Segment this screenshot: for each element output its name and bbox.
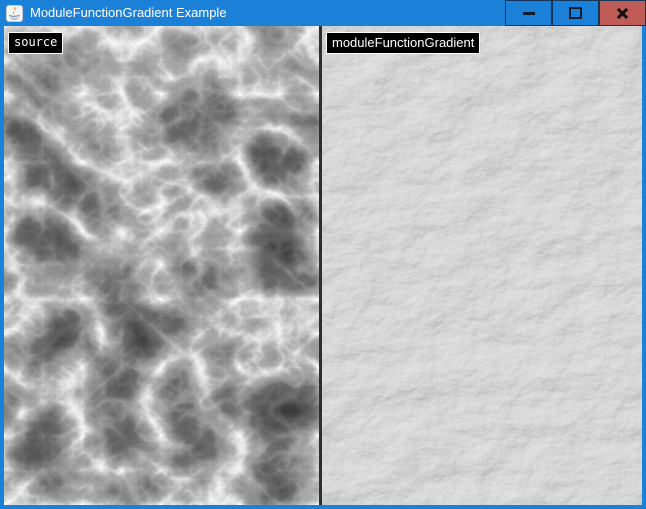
source-image [4, 26, 319, 505]
module-function-gradient-label: moduleFunctionGradient [326, 32, 480, 54]
close-icon [616, 7, 629, 20]
app-window: ModuleFunctionGradient Example [0, 0, 646, 509]
maximize-icon [569, 7, 582, 19]
window-title: ModuleFunctionGradient Example [30, 0, 227, 26]
maximize-button[interactable] [552, 0, 599, 26]
close-button[interactable] [599, 0, 646, 26]
minimize-button[interactable] [505, 0, 552, 26]
source-panel: source [4, 26, 319, 505]
titlebar[interactable]: ModuleFunctionGradient Example [0, 0, 646, 26]
java-coffee-cup-icon[interactable] [6, 5, 23, 22]
source-label: source [8, 32, 63, 54]
module-function-gradient-image [322, 26, 642, 505]
gradient-panel: moduleFunctionGradient [322, 26, 642, 505]
content-area: source [4, 26, 642, 505]
window-controls [505, 0, 646, 26]
minimize-icon [523, 12, 535, 15]
